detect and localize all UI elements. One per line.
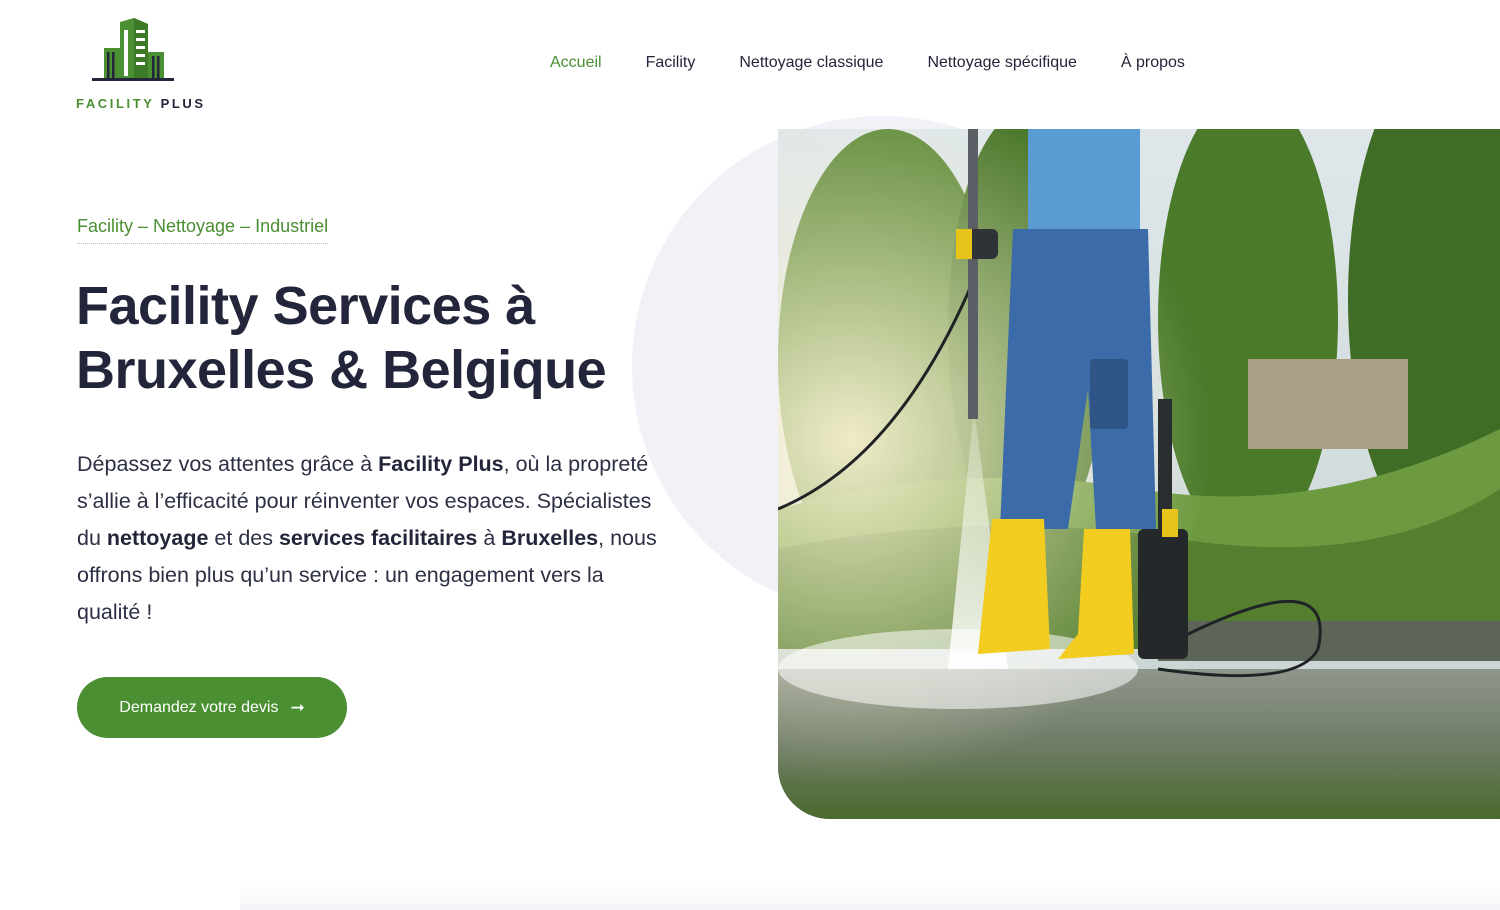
main-nav: Accueil Facility Nettoyage classique Net… (550, 54, 1185, 72)
buildings-logo-icon (92, 18, 174, 81)
hero-description: Dépassez vos attentes grâce à Facility P… (77, 446, 672, 631)
desc-text-1: Dépassez vos attentes grâce à (77, 452, 379, 476)
nav-item-nettoyage-specifique[interactable]: Nettoyage spécifique (927, 54, 1076, 72)
desc-text-4: à (477, 526, 502, 550)
nav-item-accueil[interactable]: Accueil (550, 54, 602, 72)
logo-wordmark: FACILITY PLUS (76, 96, 206, 111)
logo-text-facility: FACILITY (76, 96, 155, 111)
pressure-washer-worker-photo (778, 129, 1500, 819)
quote-request-button[interactable]: Demandez votre devis ➞ (77, 677, 347, 738)
site-logo[interactable]: FACILITY PLUS (76, 16, 203, 114)
hero-headline-line1: Facility Services à (76, 276, 535, 336)
quote-request-label: Demandez votre devis (119, 698, 279, 716)
hero-headline-line2: Bruxelles & Belgique (76, 340, 607, 400)
logo-text-plus: PLUS (160, 96, 206, 111)
section-divider-shadow (240, 880, 1500, 910)
desc-bold-bruxelles: Bruxelles (501, 526, 599, 550)
nav-item-facility[interactable]: Facility (646, 54, 696, 72)
desc-bold-nettoyage: nettoyage (106, 526, 209, 550)
nav-item-a-propos[interactable]: À propos (1121, 54, 1185, 72)
desc-text-3: et des (208, 526, 279, 550)
desc-bold-facility-plus: Facility Plus (378, 452, 504, 476)
hero-headline: Facility Services à Bruxelles & Belgique (76, 274, 676, 402)
nav-item-nettoyage-classique[interactable]: Nettoyage classique (739, 54, 883, 72)
hero-eyebrow: Facility – Nettoyage – Industriel (77, 216, 329, 244)
desc-bold-services: services facilitaires (278, 526, 478, 550)
arrow-right-icon: ➞ (290, 697, 305, 717)
